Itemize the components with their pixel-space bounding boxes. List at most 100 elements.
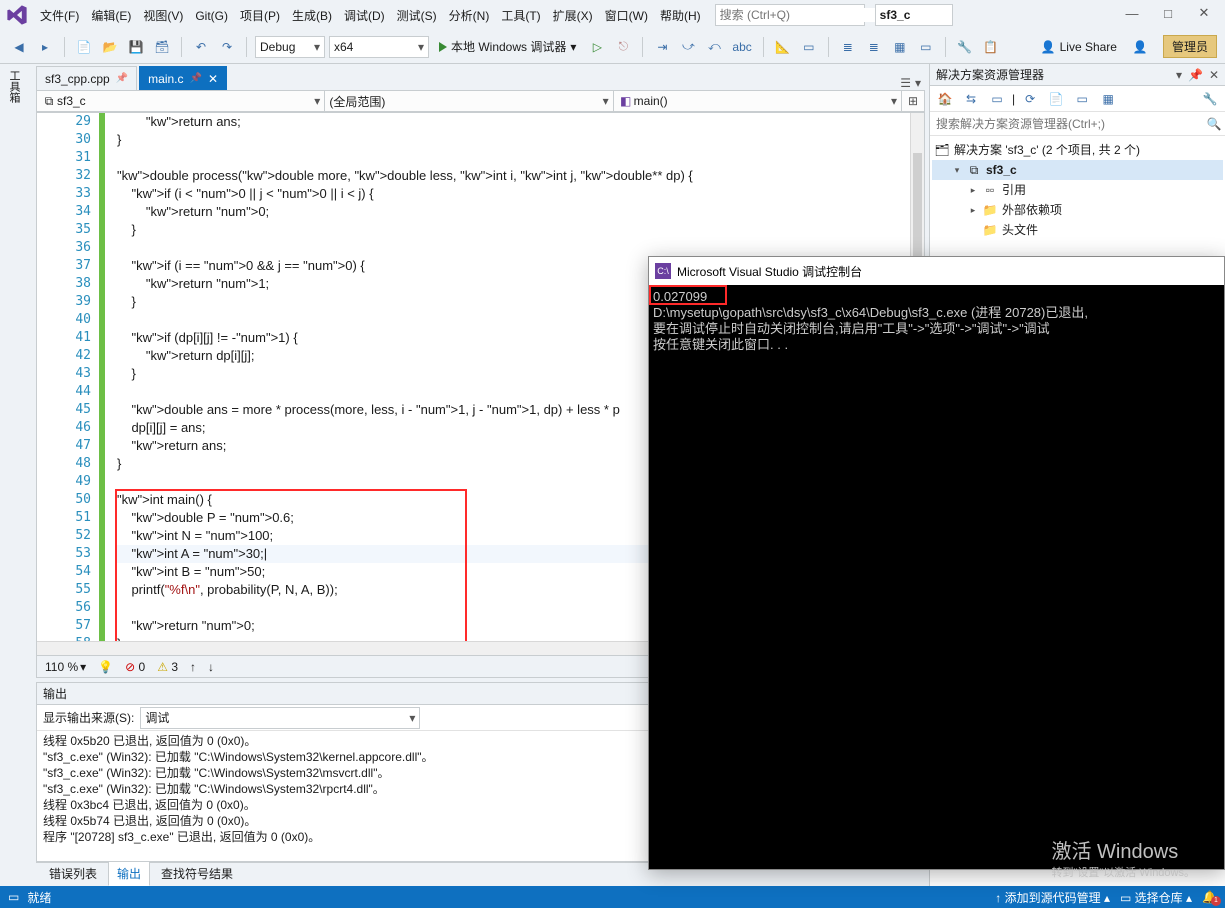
left-tool-rail[interactable]: 工具箱 <box>0 64 22 664</box>
solex-home-icon[interactable]: 🏠 <box>934 88 956 110</box>
console-titlebar[interactable]: C:\ Microsoft Visual Studio 调试控制台 <box>649 257 1224 285</box>
solex-search-input[interactable] <box>930 117 1203 131</box>
tb-icon-4[interactable]: ≣ <box>837 36 859 58</box>
nav-back-button[interactable]: ◀ <box>8 36 30 58</box>
menu-item[interactable]: 帮助(H) <box>654 5 707 27</box>
tree-node[interactable]: 📁头文件 <box>932 220 1223 240</box>
scope-project-combo[interactable]: ⧉sf3_c▾ <box>37 91 325 111</box>
tree-twisty-icon[interactable]: ▸ <box>968 200 978 220</box>
scope-type-combo[interactable]: (全局范围)▾ <box>325 91 613 111</box>
tool-tab[interactable]: 错误列表 <box>40 861 106 886</box>
tool-tab[interactable]: 输出 <box>108 861 150 886</box>
tree-twisty-icon[interactable]: ▾ <box>952 160 962 180</box>
tool-tab[interactable]: 查找符号结果 <box>152 861 242 886</box>
solution-icon: 🗂 <box>934 140 950 160</box>
undo-icon[interactable]: ↶ <box>190 36 212 58</box>
solex-refresh-icon[interactable]: ⟳ <box>1019 88 1041 110</box>
menu-item[interactable]: 视图(V) <box>137 5 189 27</box>
nav-up-icon[interactable]: ↑ <box>190 660 196 674</box>
step-over-icon[interactable]: ⤻ <box>677 36 699 58</box>
warning-count[interactable]: ⚠ 3 <box>157 660 178 674</box>
nav-fwd-button[interactable]: ▸ <box>34 36 56 58</box>
config-combo[interactable]: Debug▾ <box>255 36 325 58</box>
close-button[interactable]: ✕ <box>1187 2 1221 24</box>
solex-showall-icon[interactable]: ▦ <box>1097 88 1119 110</box>
solex-tb-icon[interactable]: ⇆ <box>960 88 982 110</box>
step-icon[interactable]: ⇥ <box>651 36 673 58</box>
tree-node[interactable]: ▾⧉sf3_c <box>932 160 1223 180</box>
solex-tb-icon-3[interactable]: 📄 <box>1045 88 1067 110</box>
start-debug-button[interactable]: 本地 Windows 调试器▾ <box>433 36 582 58</box>
split-editor-icon[interactable]: ⊞ <box>902 91 924 111</box>
solution-root[interactable]: 🗂 解决方案 'sf3_c' (2 个项目, 共 2 个) <box>932 140 1223 160</box>
tab-dropdown-icon[interactable]: ▾ <box>915 76 921 90</box>
menu-item[interactable]: 扩展(X) <box>547 5 599 27</box>
tb-icon-3[interactable]: ▭ <box>798 36 820 58</box>
tab-overflow-icon[interactable]: ☰ <box>900 76 911 90</box>
menu-item[interactable]: Git(G) <box>189 5 234 27</box>
tree-node-label: 引用 <box>1002 180 1026 200</box>
feedback-icon[interactable]: 👤 <box>1129 36 1151 58</box>
status-select-repo[interactable]: ▭ 选择仓库 ▴ <box>1120 889 1192 906</box>
notification-bell-icon[interactable]: 🔔1 <box>1202 890 1217 904</box>
pin-icon[interactable]: 📌 <box>116 73 128 84</box>
tree-node-label: 头文件 <box>1002 220 1038 240</box>
save-icon[interactable]: 💾 <box>125 36 147 58</box>
attach-icon[interactable]: ⎋ <box>612 36 634 58</box>
nav-down-icon[interactable]: ↓ <box>208 660 214 674</box>
pin-icon[interactable]: 📌 <box>190 73 202 84</box>
lightbulb-icon[interactable]: 💡 <box>98 660 113 674</box>
maximize-button[interactable]: □ <box>1151 2 1185 24</box>
tb-icon-5[interactable]: ≣ <box>863 36 885 58</box>
menu-item[interactable]: 生成(B) <box>286 5 338 27</box>
play-icon <box>439 42 447 52</box>
menu-search[interactable]: 🔍 <box>715 4 865 26</box>
output-source-combo[interactable]: 调试▾ <box>140 707 420 729</box>
new-project-icon[interactable]: 📄 <box>73 36 95 58</box>
save-all-icon[interactable]: 🗃 <box>151 36 173 58</box>
startup-project-box[interactable]: sf3_c <box>875 4 953 26</box>
menu-item[interactable]: 项目(P) <box>234 5 286 27</box>
live-share-button[interactable]: 👤Live Share <box>1035 40 1123 54</box>
document-tab[interactable]: main.c📌✕ <box>139 66 227 90</box>
menu-search-input[interactable] <box>716 8 879 22</box>
solex-dropdown-icon[interactable]: ▾ <box>1176 68 1182 82</box>
menu-item[interactable]: 测试(S) <box>391 5 443 27</box>
document-tab[interactable]: sf3_cpp.cpp📌 <box>36 66 137 90</box>
menu-item[interactable]: 编辑(E) <box>85 5 137 27</box>
tree-node[interactable]: ▸📁外部依赖项 <box>932 200 1223 220</box>
solex-tb-icon-2[interactable]: ▭ <box>986 88 1008 110</box>
tb-icon-8[interactable]: 🔧 <box>954 36 976 58</box>
menu-item[interactable]: 调试(D) <box>338 5 391 27</box>
error-count[interactable]: ⊘ 0 <box>125 660 145 674</box>
debug-console-window[interactable]: C:\ Microsoft Visual Studio 调试控制台 0.0270… <box>648 256 1225 870</box>
step-out-icon[interactable]: ⤺ <box>703 36 725 58</box>
tb-icon-9[interactable]: 📋 <box>980 36 1002 58</box>
solex-props-icon[interactable]: 🔧 <box>1199 88 1221 110</box>
tree-node[interactable]: ▸▫▫引用 <box>932 180 1223 200</box>
solex-pin-icon[interactable]: 📌 <box>1188 68 1203 82</box>
tree-node-label: 外部依赖项 <box>1002 200 1062 220</box>
solex-search[interactable]: 🔍 <box>930 112 1225 136</box>
tb-icon-6[interactable]: ▦ <box>889 36 911 58</box>
open-icon[interactable]: 📂 <box>99 36 121 58</box>
tb-icon-7[interactable]: ▭ <box>915 36 937 58</box>
menu-item[interactable]: 窗口(W) <box>599 5 654 27</box>
menu-item[interactable]: 文件(F) <box>34 5 85 27</box>
scope-member-combo[interactable]: ◧main()▾ <box>614 91 902 111</box>
platform-combo[interactable]: x64▾ <box>329 36 429 58</box>
console-body[interactable]: 0.027099 D:\mysetup\gopath\src\dsy\sf3_c… <box>649 285 1224 357</box>
tab-close-icon[interactable]: ✕ <box>208 72 218 86</box>
zoom-combo[interactable]: 110 % ▾ <box>45 660 86 674</box>
menu-item[interactable]: 工具(T) <box>495 5 546 27</box>
start-without-debug-icon[interactable]: ▷ <box>586 36 608 58</box>
tb-icon-1[interactable]: abc <box>729 36 754 58</box>
solex-close-icon[interactable]: ✕ <box>1209 68 1219 82</box>
minimize-button[interactable]: — <box>1115 2 1149 24</box>
tb-icon-2[interactable]: 📐 <box>772 36 794 58</box>
tree-twisty-icon[interactable]: ▸ <box>968 180 978 200</box>
status-add-src[interactable]: ↑ 添加到源代码管理 ▴ <box>995 889 1110 906</box>
redo-icon[interactable]: ↷ <box>216 36 238 58</box>
menu-item[interactable]: 分析(N) <box>443 5 496 27</box>
solex-tb-icon-4[interactable]: ▭ <box>1071 88 1093 110</box>
